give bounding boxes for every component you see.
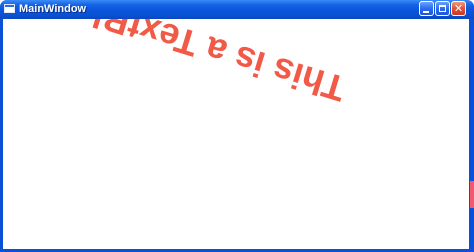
minimize-button[interactable] xyxy=(419,1,434,16)
window-icon[interactable] xyxy=(4,4,15,13)
close-button[interactable]: ✕ xyxy=(451,1,466,16)
window-title: MainWindow xyxy=(19,3,87,15)
main-window: MainWindow ✕ This is a TextBlock xyxy=(0,0,474,252)
title-bar[interactable]: MainWindow ✕ xyxy=(0,0,474,19)
maximize-icon xyxy=(439,5,446,12)
rotated-textblock: This is a TextBlock xyxy=(28,19,351,110)
minimize-icon xyxy=(423,11,429,13)
edge-marker xyxy=(470,181,474,208)
maximize-button[interactable] xyxy=(435,1,450,16)
client-area: This is a TextBlock xyxy=(3,19,469,249)
close-icon: ✕ xyxy=(453,2,464,15)
